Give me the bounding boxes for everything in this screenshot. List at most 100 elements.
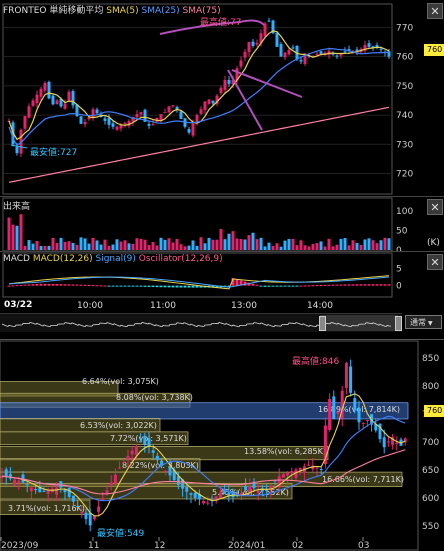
intraday-candle bbox=[107, 118, 111, 125]
daily-candle bbox=[105, 490, 109, 494]
daily-axis-label: 700 bbox=[422, 438, 439, 448]
navigator-right-handle[interactable] bbox=[395, 316, 402, 331]
daily-candle bbox=[109, 482, 113, 486]
oscillator-bar bbox=[111, 285, 115, 287]
volume-bar bbox=[311, 243, 315, 250]
volume-bar bbox=[83, 238, 87, 250]
oscillator-bar bbox=[63, 284, 67, 286]
volume-bar bbox=[375, 243, 379, 250]
symbol-name: FRONTEO bbox=[3, 6, 47, 16]
intraday-candle bbox=[299, 60, 303, 62]
intraday-candle bbox=[163, 112, 167, 114]
daily-candle bbox=[227, 492, 231, 496]
intraday-candle bbox=[335, 55, 339, 57]
macd-line bbox=[8, 275, 390, 290]
oscillator-bar bbox=[67, 284, 71, 286]
daily-candle bbox=[185, 487, 189, 492]
oscillator-bar bbox=[299, 285, 303, 287]
intraday-candle bbox=[83, 121, 87, 125]
daily-candle bbox=[286, 472, 290, 476]
navigator-left-handle[interactable] bbox=[319, 316, 326, 331]
daily-candle bbox=[386, 441, 390, 443]
daily-candle bbox=[139, 441, 143, 443]
oscillator-bar bbox=[379, 284, 383, 286]
volume-bar bbox=[155, 245, 159, 250]
oscillator-bar bbox=[291, 285, 295, 287]
oscillator-bar bbox=[279, 285, 283, 287]
volume-bar bbox=[143, 239, 147, 250]
intraday-candle bbox=[291, 47, 295, 49]
volume-bar bbox=[119, 241, 123, 250]
daily-candle bbox=[101, 498, 105, 501]
daily-candle bbox=[336, 412, 340, 414]
oscillator-bar bbox=[175, 285, 179, 288]
chart-mode-value: 通常 bbox=[410, 318, 426, 327]
intraday-candle bbox=[95, 109, 99, 114]
oscillator-bar bbox=[251, 283, 255, 286]
intraday-candle bbox=[63, 103, 67, 109]
close-macd-panel-button[interactable]: ✕ bbox=[427, 254, 443, 270]
volume-bar bbox=[335, 244, 339, 250]
daily-candle bbox=[344, 363, 348, 388]
daily-candle bbox=[143, 435, 147, 445]
intraday-candle bbox=[243, 51, 247, 58]
intraday-candle bbox=[355, 49, 359, 51]
volume-bar bbox=[275, 243, 279, 250]
oscillator-bar bbox=[35, 284, 39, 286]
time-range-navigator[interactable] bbox=[0, 313, 402, 332]
price-axis-label: 770 bbox=[396, 23, 413, 33]
volume-bar bbox=[63, 241, 67, 250]
volume-bar bbox=[187, 245, 191, 250]
daily-candle bbox=[29, 487, 33, 492]
daily-chart-panel: 6.64%(vol: 3,075K)8.08%(vol: 3,738K)16.8… bbox=[0, 339, 444, 551]
volume-bar bbox=[71, 242, 75, 250]
macd-axis-label: 0 bbox=[396, 282, 402, 292]
intraday-candle bbox=[283, 52, 287, 58]
volume-bar bbox=[287, 239, 291, 250]
intraday-candle bbox=[27, 106, 31, 118]
intraday-candle bbox=[151, 123, 155, 125]
daily-high-label: 最高値:846 bbox=[292, 357, 340, 367]
sma5-line bbox=[8, 30, 390, 141]
intraday-candle bbox=[379, 48, 383, 50]
daily-candle bbox=[97, 506, 101, 512]
daily-low-label: 最安値:549 bbox=[97, 529, 145, 539]
oscillator-bar bbox=[255, 284, 259, 286]
volume-bar bbox=[115, 239, 119, 250]
intraday-candle bbox=[159, 114, 163, 121]
daily-candle bbox=[244, 486, 248, 490]
daily-candle bbox=[395, 443, 399, 445]
intraday-candle bbox=[223, 80, 227, 91]
daily-candle bbox=[332, 396, 336, 419]
intraday-candle bbox=[23, 116, 27, 129]
volume-bar bbox=[103, 239, 107, 250]
oscillator-bar bbox=[295, 285, 299, 287]
oscillator-bar bbox=[179, 285, 183, 288]
volume-bar bbox=[359, 244, 363, 250]
volume-bar bbox=[271, 245, 275, 250]
oscillator-bar bbox=[11, 285, 15, 287]
oscillator-bar bbox=[171, 285, 175, 288]
close-price-panel-button[interactable]: ✕ bbox=[427, 3, 443, 19]
chart-mode-select[interactable]: 通常 ▼ bbox=[405, 315, 442, 329]
volume-bar bbox=[39, 246, 43, 250]
volume-bar bbox=[243, 239, 247, 250]
volume-bar bbox=[331, 246, 335, 250]
daily-axis-label: 800 bbox=[422, 382, 439, 392]
volume-bar bbox=[183, 246, 187, 250]
intraday-candle bbox=[263, 23, 267, 36]
volume-bar bbox=[211, 239, 215, 250]
intraday-candle bbox=[275, 33, 279, 47]
daily-candle bbox=[155, 455, 159, 460]
volume-bar bbox=[107, 245, 111, 250]
daily-candle bbox=[118, 467, 122, 469]
intraday-candle bbox=[47, 81, 51, 99]
volume-profile-label: 8.08%(vol: 3,738K) bbox=[116, 393, 193, 402]
oscillator-bar bbox=[359, 284, 363, 286]
volume-bar bbox=[315, 243, 319, 250]
time-tick-1300: 13:00 bbox=[231, 301, 257, 311]
intraday-high-label: 最高値:77 bbox=[200, 18, 242, 28]
daily-candle bbox=[80, 512, 84, 514]
close-volume-panel-button[interactable]: ✕ bbox=[427, 199, 443, 215]
volume-bar bbox=[27, 240, 31, 250]
